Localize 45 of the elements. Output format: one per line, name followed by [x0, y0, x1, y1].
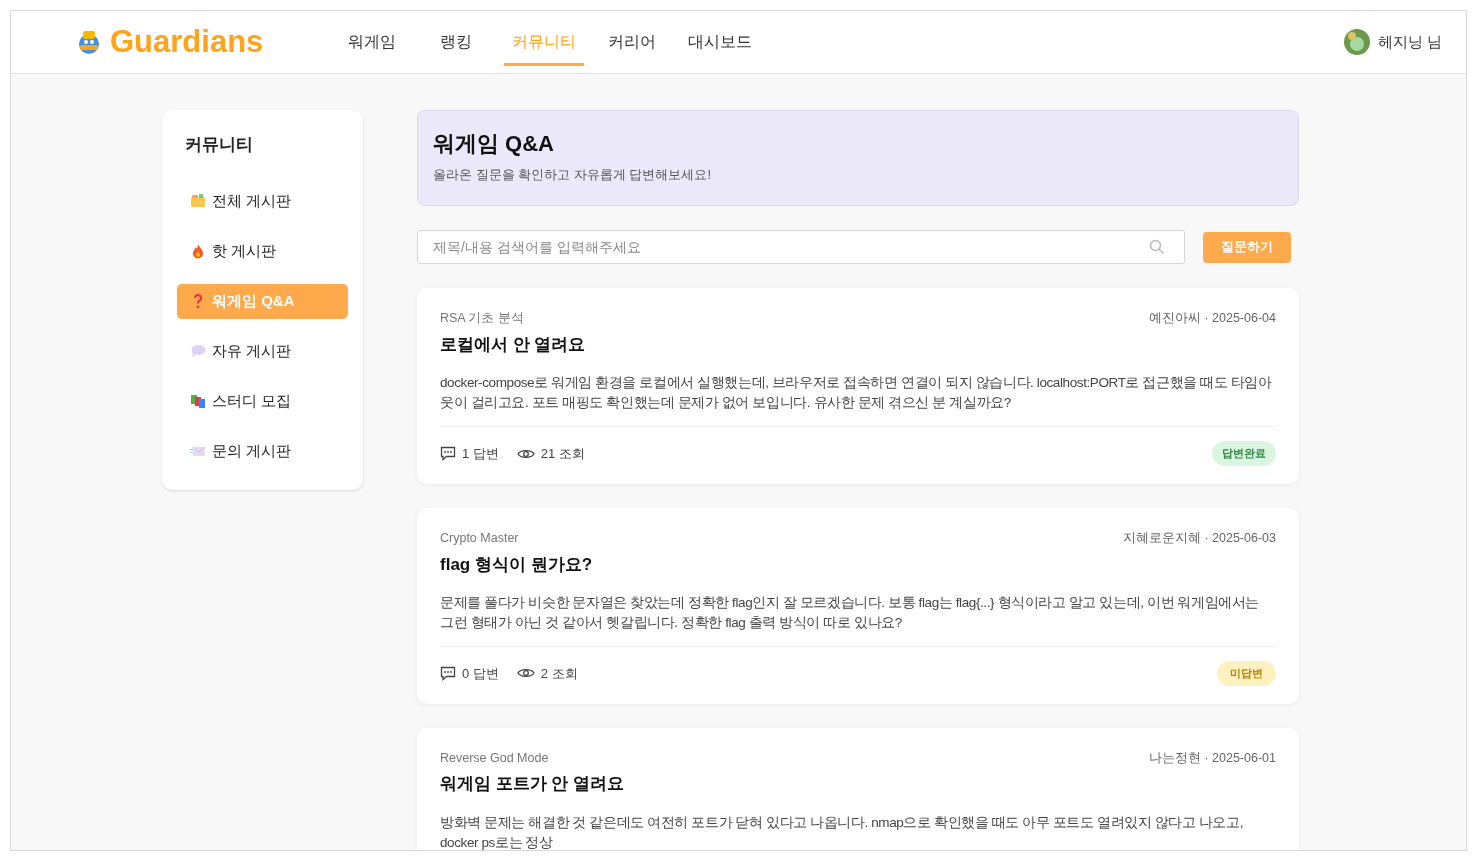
sidebar-item[interactable]: 핫 게시판	[177, 233, 348, 269]
post-category: Crypto Master	[440, 529, 519, 547]
comment-icon	[440, 665, 456, 681]
status-badge: 답변완료	[1212, 441, 1276, 466]
fire-icon	[190, 243, 206, 259]
post-meta: 나는정현 · 2025-06-01	[1148, 749, 1276, 767]
search-field[interactable]: 제목/내용 검색어를 입력해주세요	[417, 230, 1185, 264]
sidebar-item[interactable]: 자유 게시판	[177, 333, 348, 369]
nav-tab[interactable]: 워게임	[336, 20, 408, 66]
status-badge: 미답변	[1217, 661, 1276, 686]
nav-tab[interactable]: 랭킹	[420, 20, 492, 66]
post-title[interactable]: 로컬에서 안 열려요	[440, 331, 1276, 358]
nav-tab[interactable]: 커리어	[596, 20, 668, 66]
avatar-icon[interactable]	[1343, 29, 1370, 55]
comment-icon	[440, 446, 456, 461]
answer-count: 1 답변	[462, 444, 499, 463]
post-meta: 예진아씨 · 2025-06-04	[1148, 310, 1276, 327]
folder-icon	[190, 193, 206, 209]
nav-tab[interactable]: 대시보드	[680, 20, 760, 66]
post-body: 방화벽 문제는 해결한 것 같은데도 여전히 포트가 닫혀 있다고 나옵니다. nmap으로 확인했을 때도 아무 포트도 열려있지 않다고 나오고, docker ps로는 정상	[440, 813, 1245, 850]
sidebar-title: 커뮤니티	[184, 134, 254, 156]
eye-icon	[516, 447, 535, 460]
view-count: 2 조회	[540, 664, 578, 683]
search-icon[interactable]	[1149, 239, 1165, 255]
post-title[interactable]: flag 형식이 뭔가요?	[440, 551, 1276, 577]
post-card[interactable]: Crypto Master 지혜로운지혜 · 2025-06-03 flag 형식이 뭔가요? 문제를 풀다가 비슷한 문자열은 찾았는데 정확한 flag인지 잘 모르겠습니다. 보통 flag는 flag{...} 형식이라고 알고 있는데, 이번 워게임에서는 그런 형태가 아닌 것 같아서 헷갈립니다. 정확한 flag 출력 방식이 따로 있나요? 0 답변 2 조회 미답변	[417, 507, 1299, 704]
view-count: 21 조회	[540, 444, 585, 463]
speech-bubble-icon	[190, 343, 206, 359]
post-body: docker-compose로 워게임 환경을 로컬에서 실행했는데, 브라우저로 접속하면 연결이 되지 않습니다. localhost:PORT로 접근했을 때도 타임아웃이 걸리고요. 포트 매핑도 확인했는데 문제가 없어 보입니다. 유사한 문제 겪으신 분 계실까요?	[440, 374, 1273, 413]
books-icon	[190, 393, 206, 409]
sidebar-item[interactable]: 문의 게시판	[177, 433, 348, 469]
post-category: Reverse God Mode	[440, 749, 549, 767]
answer-count: 0 답변	[462, 664, 499, 683]
post-title[interactable]: 워게임 포트가 안 열려요	[440, 771, 1276, 797]
user-name[interactable]: 헤지닝 님	[1377, 30, 1442, 54]
sidebar-item[interactable]: 전체 게시판	[177, 183, 348, 219]
post-card[interactable]: Reverse God Mode 나는정현 · 2025-06-01 워게임 포트가 안 열려요 방화벽 문제는 해결한 것 같은데도 여전히 포트가 닫혀 있다고 나옵니다. nmap으로 확인했을 때도 아무 포트도 열려있지 않다고 나오고, docker ps로는 정상	[417, 727, 1299, 850]
eye-icon	[516, 667, 535, 680]
post-card[interactable]: RSA 기초 분석 예진아씨 · 2025-06-04 로컬에서 안 열려요 docker-compose로 워게임 환경을 로컬에서 실행했는데, 브라우저로 접속하면 연결이 되지 않습니다. localhost:PORT로 접근했을 때도 타임아웃이 걸리고요. 포트 매핑도 확인했는데 문제가 없어 보입니다. 유사한 문제 겪으신 분 계실까요? 1 답변 21 조회 답변완료	[417, 288, 1299, 484]
post-body: 문제를 풀다가 비슷한 문자열은 찾았는데 정확한 flag인지 잘 모르겠습니다. 보통 flag는 flag{...} 형식이라고 알고 있는데, 이번 워게임에서는 그런 형태가 아닌 것 같아서 헷갈립니다. 정확한 flag 출력 방식이 따로 있나요?	[440, 594, 1261, 632]
post-meta: 지혜로운지혜 · 2025-06-03	[1122, 529, 1276, 547]
post-category: RSA 기초 분석	[440, 310, 524, 327]
banner-title: 워게임 Q&A	[433, 130, 555, 158]
banner-subtitle: 올라온 질문을 확인하고 자유롭게 답변해보세요!	[433, 166, 713, 184]
sidebar-item[interactable]: 스터디 모집	[177, 383, 348, 419]
